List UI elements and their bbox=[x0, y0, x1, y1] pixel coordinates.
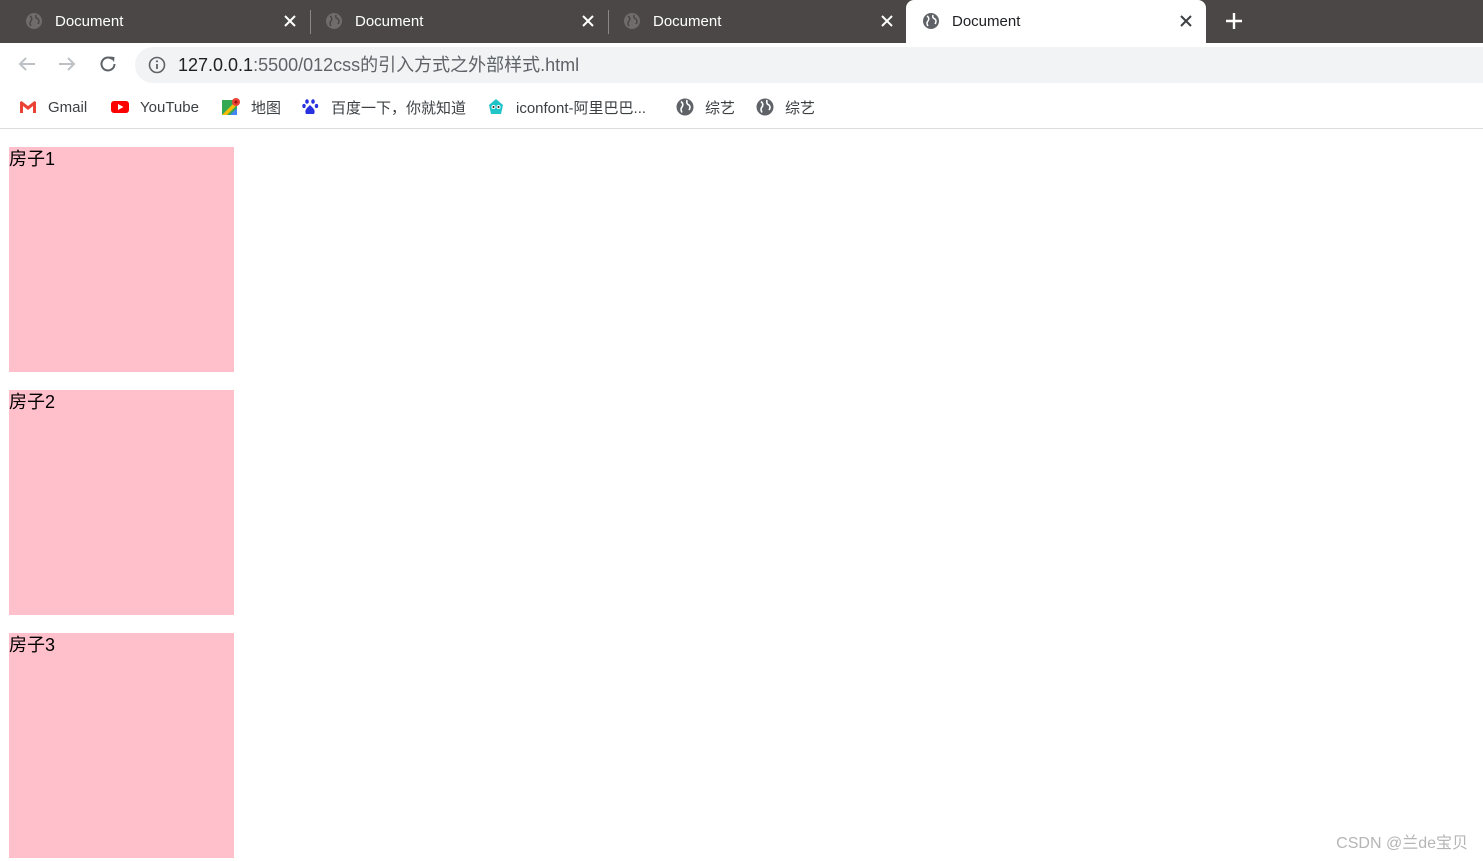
baidu-icon bbox=[302, 99, 319, 114]
browser-toolbar: 127.0.0.1:5500/012css的引入方式之外部样式.html bbox=[0, 43, 1483, 87]
url-text: 127.0.0.1:5500/012css的引入方式之外部样式.html bbox=[178, 55, 579, 75]
bookmark-gmail[interactable]: Gmail bbox=[18, 96, 87, 118]
gmail-icon bbox=[20, 101, 36, 113]
youtube-icon bbox=[111, 101, 129, 113]
forward-arrow-icon[interactable] bbox=[56, 53, 78, 75]
close-icon[interactable] bbox=[879, 13, 895, 29]
tab-strip: Document Document Document Document bbox=[0, 0, 1483, 43]
bookmark-variety-1[interactable]: 综艺 bbox=[675, 96, 735, 118]
address-bar[interactable]: 127.0.0.1:5500/012css的引入方式之外部样式.html bbox=[135, 47, 1483, 83]
house-box-2: 房子2 bbox=[9, 390, 234, 615]
globe-icon bbox=[326, 13, 342, 29]
new-tab-plus-icon[interactable] bbox=[1224, 11, 1244, 31]
csdn-watermark: CSDN @兰de宝贝 bbox=[1336, 835, 1468, 852]
reload-icon[interactable] bbox=[97, 53, 119, 75]
bookmark-label: 地图 bbox=[251, 99, 282, 117]
house-box-1: 房子1 bbox=[9, 147, 234, 372]
bookmark-iconfont[interactable]: iconfont-阿里巴巴... bbox=[486, 96, 646, 118]
bookmark-label: YouTube bbox=[140, 98, 199, 116]
tab-document-3[interactable]: Document bbox=[598, 0, 903, 43]
tab-document-2[interactable]: Document bbox=[300, 0, 605, 43]
bookmark-maps[interactable]: 地图 bbox=[221, 96, 281, 118]
bookmark-label: iconfont-阿里巴巴... bbox=[516, 99, 647, 117]
globe-icon bbox=[676, 98, 694, 116]
bookmark-label: Gmail bbox=[48, 98, 88, 116]
tab-title: Document bbox=[55, 13, 124, 30]
close-icon[interactable] bbox=[580, 13, 596, 29]
close-icon[interactable] bbox=[1178, 13, 1194, 29]
bookmark-variety-2[interactable]: 综艺 bbox=[755, 96, 815, 118]
bookmark-baidu[interactable]: 百度一下，你就知道 bbox=[301, 96, 466, 118]
bookmark-youtube[interactable]: YouTube bbox=[110, 96, 199, 118]
tab-document-4-active[interactable]: Document bbox=[906, 0, 1206, 43]
globe-icon bbox=[624, 13, 640, 29]
url-host: 127.0.0.1 bbox=[178, 55, 254, 75]
bookmarks-bar: Gmail YouTube 地图 百度一下，你就知道 iconfont-阿里巴巴… bbox=[0, 87, 1483, 129]
iconfont-icon bbox=[489, 99, 503, 114]
tab-title: Document bbox=[355, 13, 424, 30]
url-path: :5500/012css的引入方式之外部样式.html bbox=[253, 55, 580, 75]
bookmark-label: 综艺 bbox=[705, 99, 736, 117]
back-arrow-icon[interactable] bbox=[16, 53, 38, 75]
close-icon[interactable] bbox=[282, 13, 298, 29]
info-icon[interactable] bbox=[148, 56, 166, 74]
browser-window: Document Document Document Document 127.… bbox=[0, 0, 1483, 861]
maps-icon bbox=[222, 98, 240, 115]
globe-icon bbox=[923, 13, 939, 29]
tab-title: Document bbox=[653, 13, 722, 30]
globe-icon bbox=[756, 98, 774, 116]
tab-title: Document bbox=[952, 13, 1021, 30]
page-content: 房子1 房子2 房子3 CSDN @兰de宝贝 bbox=[0, 129, 1483, 861]
bookmark-label: 百度一下，你就知道 bbox=[331, 99, 467, 117]
house-box-3: 房子3 bbox=[9, 633, 234, 858]
tab-document-1[interactable]: Document bbox=[0, 0, 305, 43]
globe-icon bbox=[26, 13, 42, 29]
bookmark-label: 综艺 bbox=[785, 99, 816, 117]
